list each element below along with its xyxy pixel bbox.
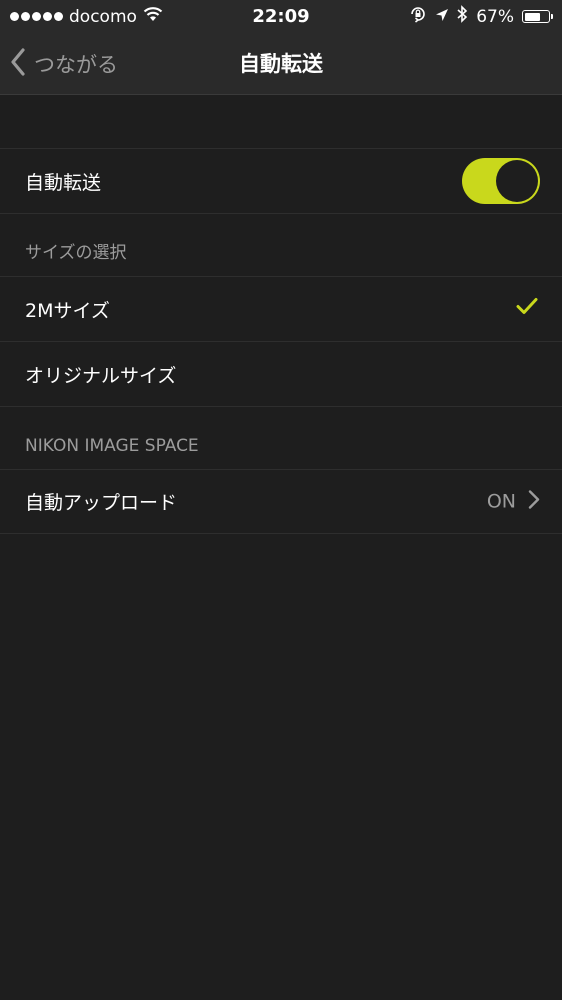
status-right: 67% xyxy=(409,0,553,33)
carrier-name: docomo xyxy=(69,6,137,27)
battery-icon xyxy=(522,10,553,23)
battery-percent: 67% xyxy=(476,6,514,27)
auto-upload-row[interactable]: 自動アップロード ON xyxy=(0,469,562,534)
toggle-knob xyxy=(496,160,538,202)
bluetooth-icon xyxy=(457,5,468,28)
size-option-original[interactable]: オリジナルサイズ xyxy=(0,341,562,406)
status-left: docomo xyxy=(10,0,163,33)
orientation-lock-icon xyxy=(409,5,427,28)
back-label: つながる xyxy=(34,53,118,77)
navigation-bar: つながる 自動転送 xyxy=(0,33,562,95)
wifi-icon xyxy=(143,6,163,27)
auto-upload-label: 自動アップロード xyxy=(25,492,178,514)
nikon-section-header: NIKON IMAGE SPACE xyxy=(0,406,562,469)
auto-transfer-row: 自動転送 xyxy=(0,148,562,213)
checkmark-icon xyxy=(516,298,538,321)
chevron-right-icon xyxy=(528,489,540,514)
top-spacer xyxy=(0,95,562,148)
location-icon xyxy=(435,7,449,27)
size-option-2m[interactable]: 2Mサイズ xyxy=(0,276,562,341)
status-bar: docomo 22:09 67% xyxy=(0,0,562,33)
size-section-header: サイズの選択 xyxy=(0,213,562,276)
size-option-label: 2Mサイズ xyxy=(25,299,110,322)
chevron-left-icon xyxy=(10,47,26,81)
settings-list: 自動転送 サイズの選択 2Mサイズ オリジナルサイズ NIKON IMAGE S… xyxy=(0,95,562,534)
auto-transfer-label: 自動転送 xyxy=(25,171,102,194)
auto-transfer-toggle[interactable] xyxy=(462,158,540,204)
size-option-label: オリジナルサイズ xyxy=(25,364,177,387)
auto-upload-detail: ON xyxy=(487,489,540,514)
signal-dots-icon xyxy=(10,12,63,21)
back-button[interactable]: つながる xyxy=(10,33,118,95)
auto-upload-value: ON xyxy=(486,490,516,513)
